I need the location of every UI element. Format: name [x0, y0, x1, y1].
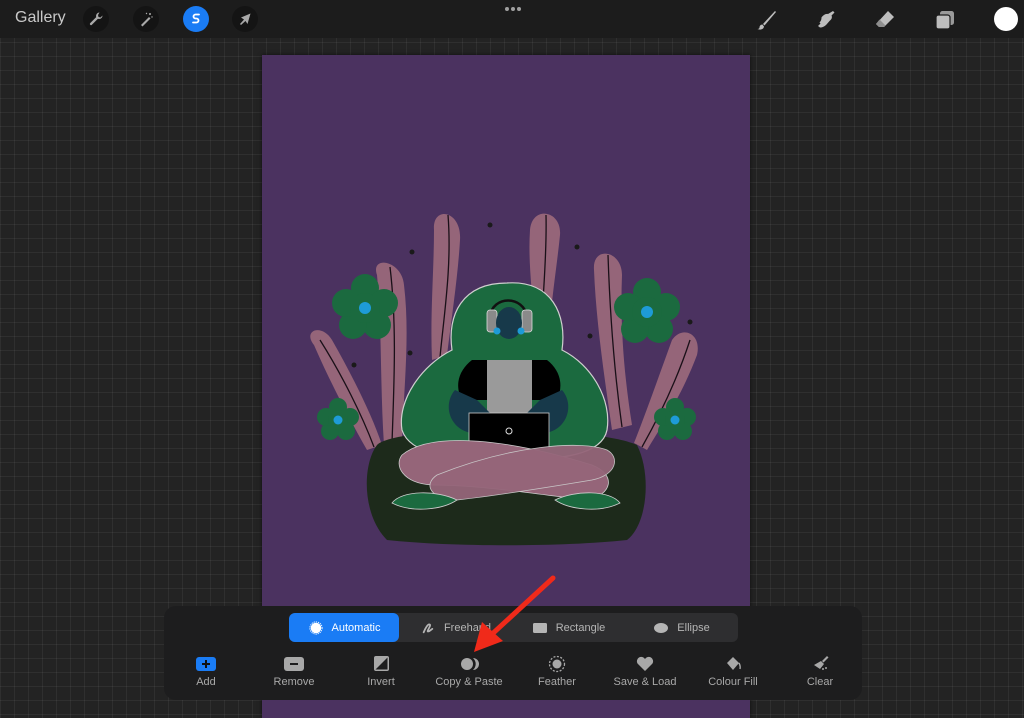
selection-tools: Add Remove Invert Copy & Paste Feather S…: [164, 655, 862, 695]
paint-bucket-icon: [727, 657, 741, 670]
color-swatch[interactable]: [994, 7, 1018, 31]
clear-button[interactable]: Clear: [775, 655, 865, 688]
save-load-button[interactable]: Save & Load: [600, 655, 690, 688]
gallery-button[interactable]: Gallery: [15, 9, 66, 27]
remove-button[interactable]: Remove: [249, 655, 339, 688]
face: [496, 307, 522, 339]
transform-button[interactable]: [232, 6, 258, 32]
mode-ellipse[interactable]: Ellipse: [625, 613, 738, 642]
selection-panel: Automatic Freehand Rectangle Ellipse Add…: [164, 606, 862, 700]
add-icon: [196, 657, 216, 671]
ellipse-icon: [654, 622, 669, 633]
heart-icon: [636, 656, 654, 671]
broom-icon: [814, 656, 829, 670]
colour-fill-button[interactable]: Colour Fill: [688, 655, 778, 688]
ellipsis-icon[interactable]: [505, 7, 521, 11]
adjustments-button[interactable]: [133, 6, 159, 32]
selection-s-icon: [192, 13, 200, 24]
brush-icon: [757, 11, 776, 30]
brush-button[interactable]: [753, 7, 779, 33]
mode-rectangle[interactable]: Rectangle: [512, 613, 625, 642]
invert-icon: [374, 656, 389, 671]
layers-button[interactable]: [932, 7, 958, 33]
automatic-burst-icon: [308, 620, 323, 635]
selection-mode-control: Automatic Freehand Rectangle Ellipse: [289, 613, 738, 642]
eraser-icon: [876, 11, 894, 27]
mode-automatic[interactable]: Automatic: [289, 613, 399, 642]
arrow-cursor-icon: [240, 13, 251, 25]
freehand-icon: [422, 623, 434, 633]
actions-button[interactable]: [83, 6, 109, 32]
top-toolbar: Gallery: [0, 0, 1024, 38]
feather-button[interactable]: Feather: [512, 655, 602, 688]
eraser-button[interactable]: [872, 7, 898, 33]
remove-icon: [284, 657, 304, 671]
selection-button[interactable]: [183, 6, 209, 32]
invert-button[interactable]: Invert: [336, 655, 426, 688]
smudge-button[interactable]: [812, 7, 838, 33]
copy-paste-button[interactable]: Copy & Paste: [424, 655, 514, 688]
add-button[interactable]: Add: [161, 655, 251, 688]
wrench-icon: [89, 12, 103, 26]
rectangle-icon: [532, 622, 547, 633]
feather-icon: [548, 655, 566, 673]
copy-paste-icon: [461, 658, 479, 670]
layers-icon: [935, 11, 954, 30]
mode-freehand[interactable]: Freehand: [399, 613, 512, 642]
magic-wand-icon: [141, 12, 153, 27]
smudge-finger-icon: [818, 11, 835, 28]
